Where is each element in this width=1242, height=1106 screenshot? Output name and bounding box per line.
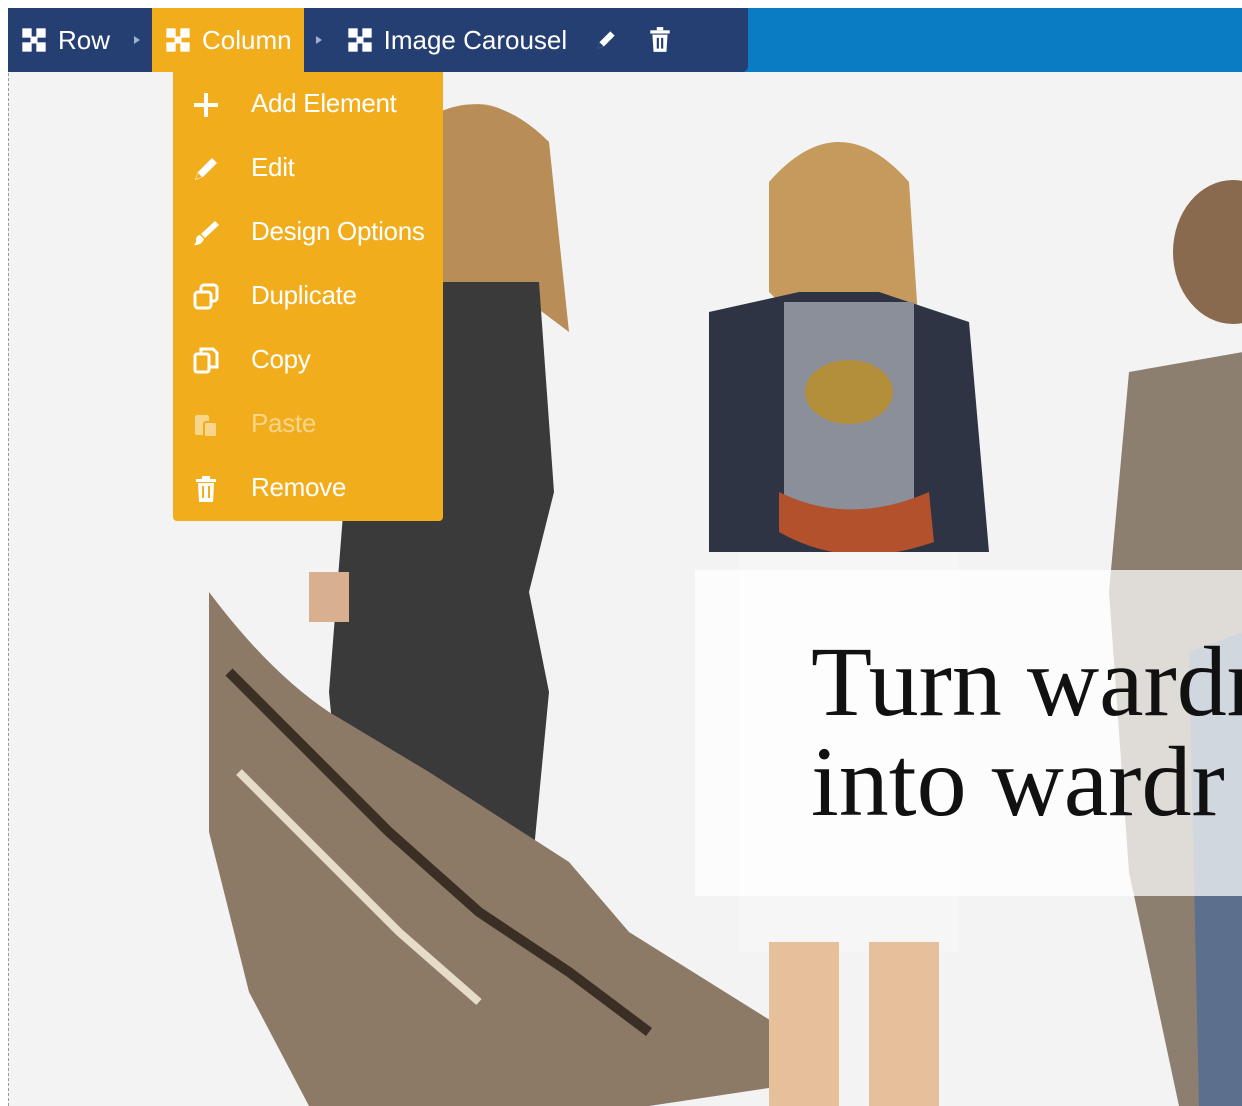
breadcrumb-column[interactable]: Column <box>152 8 304 72</box>
duplicate-icon <box>193 283 219 310</box>
breadcrumb-row[interactable]: Row <box>8 8 122 72</box>
chevron-right-icon <box>304 8 334 72</box>
trash-icon <box>196 476 216 502</box>
menu-item-duplicate[interactable]: Duplicate <box>173 272 443 320</box>
menu-item-paste: Paste <box>173 400 443 448</box>
delete-element-button[interactable] <box>633 8 687 72</box>
hero-heading-line2: into wardr <box>811 726 1225 837</box>
move-icon <box>22 28 46 52</box>
edit-element-button[interactable] <box>579 8 633 72</box>
move-icon <box>166 28 190 52</box>
move-icon <box>347 28 372 52</box>
element-toolbar: Row Column Image Carousel <box>8 8 748 72</box>
trash-icon <box>650 27 670 52</box>
column-dropdown-menu: Add Element Edit Design Options Duplicat… <box>173 72 443 521</box>
menu-item-label: Paste <box>251 408 316 438</box>
menu-item-label: Add Element <box>251 88 397 118</box>
menu-item-label: Remove <box>251 472 347 502</box>
breadcrumb-column-label: Column <box>202 24 292 55</box>
hero-heading-box: Turn wardr into wardr <box>695 570 1242 896</box>
chevron-right-icon <box>122 8 152 72</box>
pencil-icon <box>597 31 615 49</box>
breadcrumb-image-carousel[interactable]: Image Carousel <box>334 8 580 72</box>
plus-icon <box>194 93 218 117</box>
menu-item-design-options[interactable]: Design Options <box>173 208 443 256</box>
brush-icon <box>194 221 219 246</box>
menu-item-label: Copy <box>251 344 311 374</box>
paste-icon <box>195 415 218 438</box>
hero-heading-line1: Turn wardr <box>811 626 1242 737</box>
menu-item-remove[interactable]: Remove <box>173 464 443 512</box>
hero-heading: Turn wardr into wardr <box>811 632 1242 832</box>
menu-item-add-element[interactable]: Add Element <box>173 80 443 128</box>
menu-item-edit[interactable]: Edit <box>173 144 443 192</box>
menu-item-label: Duplicate <box>251 280 357 310</box>
breadcrumb-image-carousel-label: Image Carousel <box>383 24 568 55</box>
menu-item-label: Design Options <box>251 216 425 246</box>
copy-icon <box>193 347 219 374</box>
breadcrumb-row-label: Row <box>58 24 111 55</box>
pencil-icon <box>195 158 217 180</box>
menu-item-copy[interactable]: Copy <box>173 336 443 384</box>
menu-item-label: Edit <box>251 152 295 182</box>
